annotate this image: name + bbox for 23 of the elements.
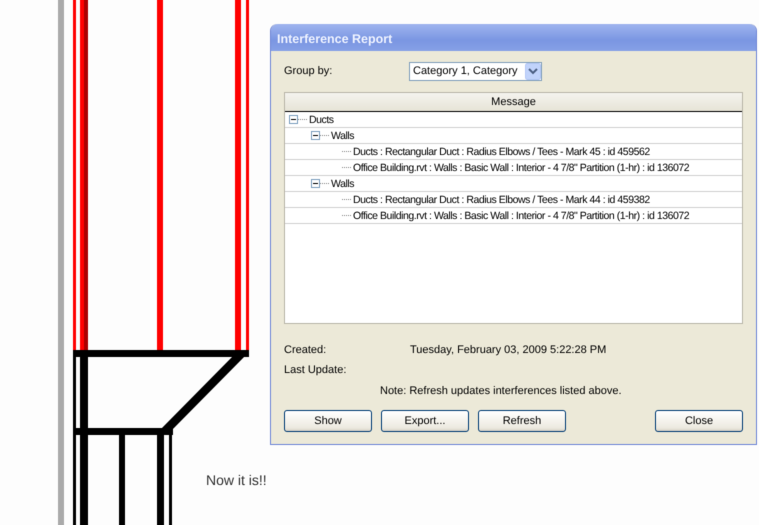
dialog-button[interactable]: Export... — [381, 410, 469, 432]
collapse-icon[interactable] — [311, 179, 320, 188]
tree-item[interactable]: Office Building.rvt : Walls : Basic Wall : Interior - 4 7/8" Partition (1-hr) : id 136072 — [353, 162, 690, 174]
group-by-dropdown[interactable]: Category 1, Category — [409, 62, 542, 80]
note-text: Note: Refresh updates interferences listed above. — [379, 385, 623, 397]
window-title: Interference Report — [271, 24, 756, 51]
info-value: Tuesday, February 03, 2009 5:22:28 PM — [410, 344, 606, 357]
collapse-icon[interactable] — [289, 115, 298, 124]
collapse-icon[interactable] — [311, 131, 320, 140]
tree-item[interactable]: Walls — [331, 178, 354, 190]
group-by-label: Group by: — [284, 65, 334, 77]
caption-text: Now it is!! — [206, 472, 267, 488]
dialog-button[interactable]: Show — [284, 410, 372, 432]
column-header[interactable]: Message — [285, 93, 742, 112]
info-label: Last Update: — [284, 364, 348, 377]
tree-item[interactable]: Ducts — [309, 114, 334, 126]
dialog-button[interactable]: Close — [655, 410, 743, 432]
tree-item[interactable]: Walls — [331, 130, 354, 142]
dialog-button[interactable]: Refresh — [478, 410, 566, 432]
tree-item[interactable]: Ducts : Rectangular Duct : Radius Elbows / Tees - Mark 45 : id 459562 — [353, 146, 650, 158]
tree-item[interactable]: Office Building.rvt : Walls : Basic Wall : Interior - 4 7/8" Partition (1-hr) : id 136072 — [353, 210, 690, 222]
tree-item[interactable]: Ducts : Rectangular Duct : Radius Elbows / Tees - Mark 44 : id 459382 — [353, 194, 650, 206]
info-label: Created: — [284, 344, 328, 357]
